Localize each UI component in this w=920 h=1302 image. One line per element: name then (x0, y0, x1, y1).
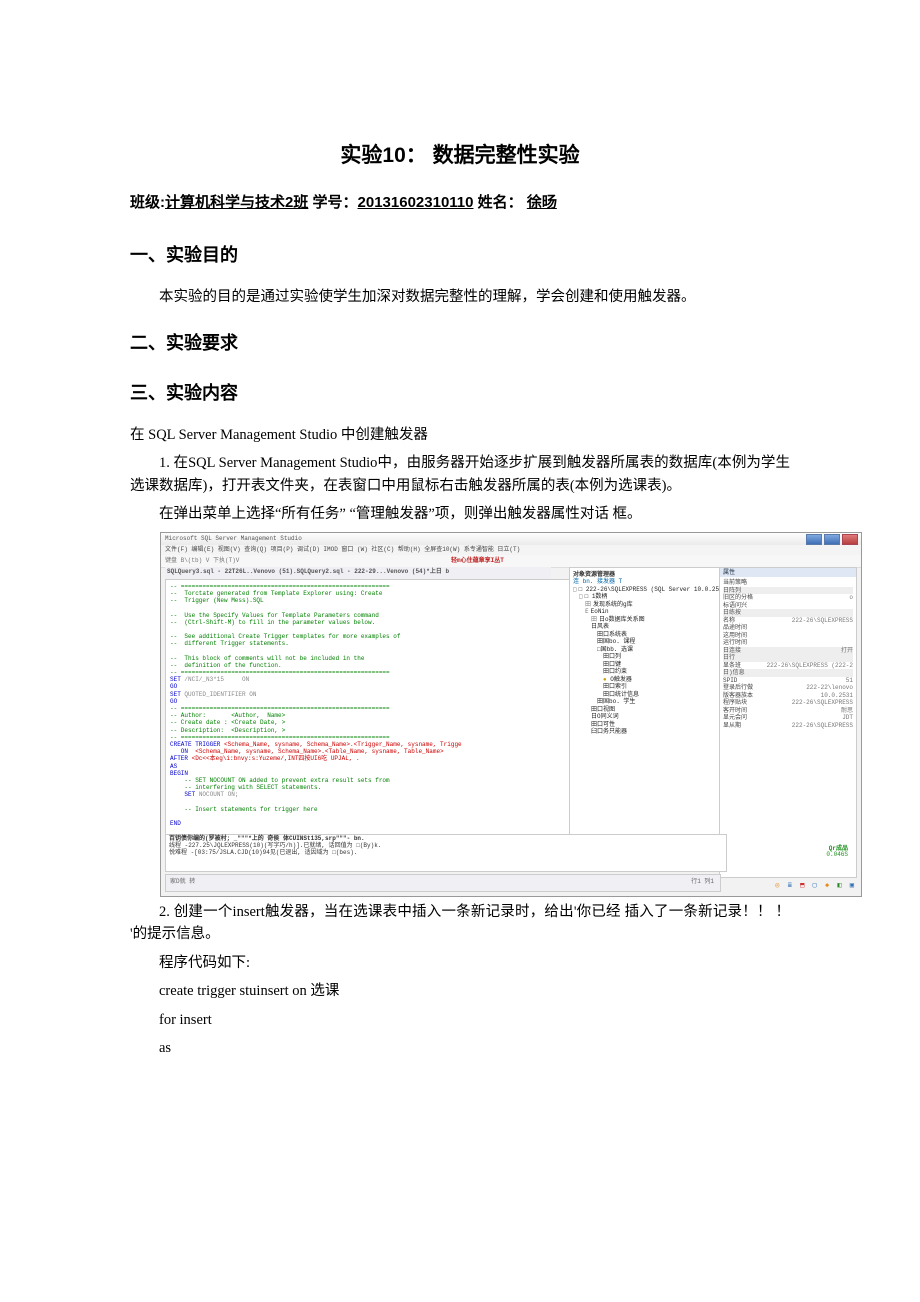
section-3-code-intro: 程序代码如下: (130, 952, 790, 974)
meta-id-value: 20131602310110 (358, 194, 474, 211)
tray-icon: ⬒ (800, 881, 805, 892)
tray-icons: ◎ ≣ ⬒ ▢ ◆ ◧ ▣ (773, 881, 855, 892)
code-line-3: as (130, 1037, 790, 1059)
section-2-heading: 二、实验要求 (130, 330, 790, 358)
properties-header: 属性 (720, 568, 856, 578)
tray-icon: ≣ (788, 881, 793, 892)
sql-editor[interactable]: -- =====================================… (165, 579, 575, 838)
doc-meta: 班级:计算机科学与技术2班 学号：20131602310110 姓名： 徐旸 (130, 191, 790, 214)
doc-title: 实验10： 数据完整性实验 (130, 140, 790, 173)
code-line-1: create trigger stuinsert on 选课 (130, 980, 790, 1002)
meta-class-value: 计算机科学与技术2班 (165, 194, 308, 211)
close-icon[interactable] (842, 534, 858, 545)
meta-id-label: 学号： (308, 194, 357, 211)
output-panel: 百钥债你编的(罗被村; _"""*上的 奇侯 体CUINSt135,srp"""… (165, 834, 727, 872)
tray-icon: ◆ (825, 881, 830, 892)
section-1-heading: 一、实验目的 (130, 242, 790, 270)
tray-icon: ▢ (813, 881, 818, 892)
ssms-screenshot: Microsoft SQL Server Management Studio 文… (160, 532, 862, 897)
minimize-icon[interactable] (806, 534, 822, 545)
tray-icon: ◧ (837, 881, 842, 892)
object-explorer[interactable]: 对象资源管理器 连 bn. 接发器 T □□ 222-26\SQLEXPRESS… (569, 567, 727, 838)
tray-icon: ◎ (775, 881, 780, 892)
meta-name-label: 姓名： (473, 194, 526, 211)
toolbar-leftgroup: 键盘 B\(tb) V 下执(T)V (165, 556, 239, 565)
properties-panel[interactable]: 属性 当前策略 日阵列 旧区的分格o 标语问兴 日练按 名称222-26\SQL… (719, 567, 857, 878)
section-3-item-1b: 在弹出菜单上选择“所有任务” “管理触发器”项，则弹出触发器属性对话 框。 (130, 503, 790, 525)
status-right: 行1 列1 (691, 877, 714, 886)
meta-class-label: 班级: (130, 194, 165, 211)
section-3-item-2: 2. 创建一个insert触发器，当在选课表中插入一条新记录时，给出'你已经 插… (130, 901, 790, 946)
section-3-heading: 三、实验内容 (130, 380, 790, 408)
status-bar: 家D就 转 行1 列1 (165, 874, 721, 892)
window-controls (806, 534, 858, 545)
props-footer-time: 0.046S (826, 851, 848, 859)
toolbar-red-text: 轻m心住蕴章享I丛T (451, 556, 504, 565)
section-1-body: 本实验的目的是通过实验使学生加深对数据完整性的理解，学会创建和使用触发器。 (130, 286, 790, 308)
status-left: 家D就 转 (170, 877, 195, 886)
connect-link[interactable]: 连 bn. 接发器 T (573, 578, 622, 585)
tray-icon: ▣ (850, 881, 855, 892)
section-3-item-1: 1. 在SQL Server Management Studio中，由服务器开始… (130, 452, 790, 497)
meta-name-value: 徐旸 (527, 194, 557, 211)
ssms-title-text: Microsoft SQL Server Management Studio (165, 535, 302, 542)
code-line-2: for insert (130, 1009, 790, 1031)
maximize-icon[interactable] (824, 534, 840, 545)
section-3-intro: 在 SQL Server Management Studio 中创建触发器 (130, 424, 790, 446)
